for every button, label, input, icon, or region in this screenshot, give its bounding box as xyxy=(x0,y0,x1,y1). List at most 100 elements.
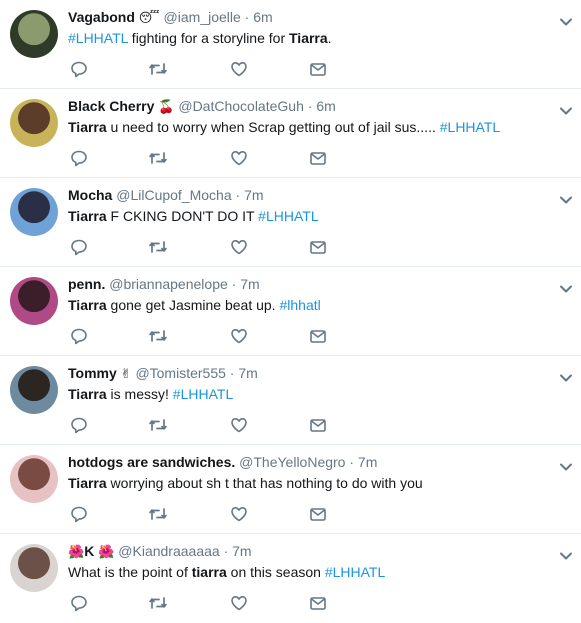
direct-message-icon[interactable] xyxy=(309,238,327,256)
reply-icon[interactable] xyxy=(70,327,88,345)
name-emoji: 😴 xyxy=(138,11,160,26)
timestamp[interactable]: 7m xyxy=(244,187,263,203)
display-name[interactable]: hotdogs are sandwiches. xyxy=(68,454,235,470)
like-icon[interactable] xyxy=(230,505,248,523)
tweet[interactable]: Black Cherry 🍒 @DatChocolateGuh · 6m Tiar… xyxy=(0,89,581,178)
avatar[interactable] xyxy=(10,188,58,236)
tweet-text: #LHHATL fighting for a storyline for Tia… xyxy=(68,28,541,48)
handle[interactable]: @TheYelloNegro xyxy=(239,454,345,470)
direct-message-icon[interactable] xyxy=(309,594,327,612)
separator-dot: · xyxy=(225,365,239,381)
tweet-text: Tiarra is messy! #LHHATL xyxy=(68,384,541,404)
highlighted-term: Tiarra xyxy=(68,386,107,402)
hashtag-link[interactable]: #LHHATL xyxy=(258,208,318,224)
handle[interactable]: @DatChocolateGuh xyxy=(178,98,304,114)
hashtag-link[interactable]: #LHHATL xyxy=(173,386,233,402)
tweet-actions xyxy=(68,149,338,167)
like-icon[interactable] xyxy=(230,594,248,612)
hashtag-link[interactable]: #LHHATL xyxy=(325,564,385,580)
chevron-down-icon[interactable] xyxy=(559,14,573,26)
timestamp[interactable]: 7m xyxy=(358,454,377,470)
tweet-actions xyxy=(68,594,338,612)
reply-icon[interactable] xyxy=(70,416,88,434)
reply-icon[interactable] xyxy=(70,238,88,256)
retweet-icon[interactable] xyxy=(148,594,167,612)
chevron-down-icon[interactable] xyxy=(559,192,573,204)
direct-message-icon[interactable] xyxy=(309,60,327,78)
reply-icon[interactable] xyxy=(70,594,88,612)
avatar[interactable] xyxy=(10,366,58,414)
text-segment: is messy! xyxy=(106,386,173,402)
like-icon[interactable] xyxy=(230,238,248,256)
direct-message-icon[interactable] xyxy=(309,327,327,345)
reply-icon[interactable] xyxy=(70,149,88,167)
display-name[interactable]: Vagabond xyxy=(68,9,135,25)
like-icon[interactable] xyxy=(230,416,248,434)
hashtag-link[interactable]: #LHHATL xyxy=(68,30,128,46)
avatar[interactable] xyxy=(10,455,58,503)
reply-icon[interactable] xyxy=(70,60,88,78)
chevron-down-icon[interactable] xyxy=(559,103,573,115)
like-icon[interactable] xyxy=(230,60,248,78)
chevron-down-icon[interactable] xyxy=(559,459,573,471)
tweet-text: Tiarra worrying about sh t that has noth… xyxy=(68,473,541,493)
retweet-icon[interactable] xyxy=(148,238,167,256)
direct-message-icon[interactable] xyxy=(309,505,327,523)
timestamp[interactable]: 7m xyxy=(240,276,259,292)
retweet-icon[interactable] xyxy=(148,327,167,345)
retweet-icon[interactable] xyxy=(148,149,167,167)
display-name[interactable]: Mocha xyxy=(68,187,112,203)
tweet[interactable]: 🌺K 🌺 @Kiandraaaaaa · 7m What is the point… xyxy=(0,534,581,623)
display-name[interactable]: Black Cherry xyxy=(68,98,154,114)
tweet[interactable]: penn. @briannapenelope · 7m Tiarra gone g… xyxy=(0,267,581,356)
tweet-header: hotdogs are sandwiches. @TheYelloNegro ·… xyxy=(68,452,541,472)
tweet-header: 🌺K 🌺 @Kiandraaaaaa · 7m xyxy=(68,541,541,563)
hashtag-link[interactable]: #lhhatl xyxy=(279,297,320,313)
handle[interactable]: @LilCupof_Mocha xyxy=(116,187,231,203)
display-name[interactable]: penn. xyxy=(68,276,105,292)
direct-message-icon[interactable] xyxy=(309,416,327,434)
avatar[interactable] xyxy=(10,277,58,325)
text-segment: on this season xyxy=(226,564,325,580)
handle[interactable]: @Tomister555 xyxy=(135,365,225,381)
chevron-down-icon[interactable] xyxy=(559,281,573,293)
tweet[interactable]: hotdogs are sandwiches. @TheYelloNegro ·… xyxy=(0,445,581,534)
tweet-text: Tiarra gone get Jasmine beat up. #lhhatl xyxy=(68,295,541,315)
tweet-actions xyxy=(68,238,338,256)
handle[interactable]: @briannapenelope xyxy=(109,276,228,292)
name-emoji: ✌ xyxy=(120,367,132,382)
tweet-actions xyxy=(68,505,338,523)
name-prefix-emoji: 🌺 xyxy=(68,545,85,560)
timestamp[interactable]: 7m xyxy=(238,365,257,381)
tweet[interactable]: Tommy ✌ @Tomister555 · 7m Tiarra is messy… xyxy=(0,356,581,445)
hashtag-link[interactable]: #LHHATL xyxy=(440,119,500,135)
separator-dot: · xyxy=(219,543,233,559)
avatar[interactable] xyxy=(10,10,58,58)
timestamp[interactable]: 7m xyxy=(232,543,251,559)
direct-message-icon[interactable] xyxy=(309,149,327,167)
chevron-down-icon[interactable] xyxy=(559,370,573,382)
like-icon[interactable] xyxy=(230,327,248,345)
tweet-header: Tommy ✌ @Tomister555 · 7m xyxy=(68,363,541,385)
tweet-text: What is the point of tiarra on this seas… xyxy=(68,562,541,582)
like-icon[interactable] xyxy=(230,149,248,167)
display-name[interactable]: Tommy xyxy=(68,365,117,381)
avatar[interactable] xyxy=(10,544,58,592)
tweet[interactable]: Mocha @LilCupof_Mocha · 7m Tiarra F CKING… xyxy=(0,178,581,267)
tweet[interactable]: Vagabond 😴 @iam_joelle · 6m #LHHATL fight… xyxy=(0,0,581,89)
reply-icon[interactable] xyxy=(70,505,88,523)
text-segment: . xyxy=(327,30,332,46)
handle[interactable]: @Kiandraaaaaa xyxy=(118,543,219,559)
retweet-icon[interactable] xyxy=(148,505,167,523)
highlighted-term: Tiarra xyxy=(289,30,328,46)
retweet-icon[interactable] xyxy=(148,60,167,78)
avatar[interactable] xyxy=(10,99,58,147)
retweet-icon[interactable] xyxy=(148,416,167,434)
handle[interactable]: @iam_joelle xyxy=(164,9,241,25)
text-segment: fighting for a storyline for xyxy=(127,30,289,46)
timestamp[interactable]: 6m xyxy=(253,9,272,25)
tweet-actions xyxy=(68,60,338,78)
chevron-down-icon[interactable] xyxy=(559,548,573,560)
timestamp[interactable]: 6m xyxy=(316,98,335,114)
display-name[interactable]: K xyxy=(84,543,94,559)
